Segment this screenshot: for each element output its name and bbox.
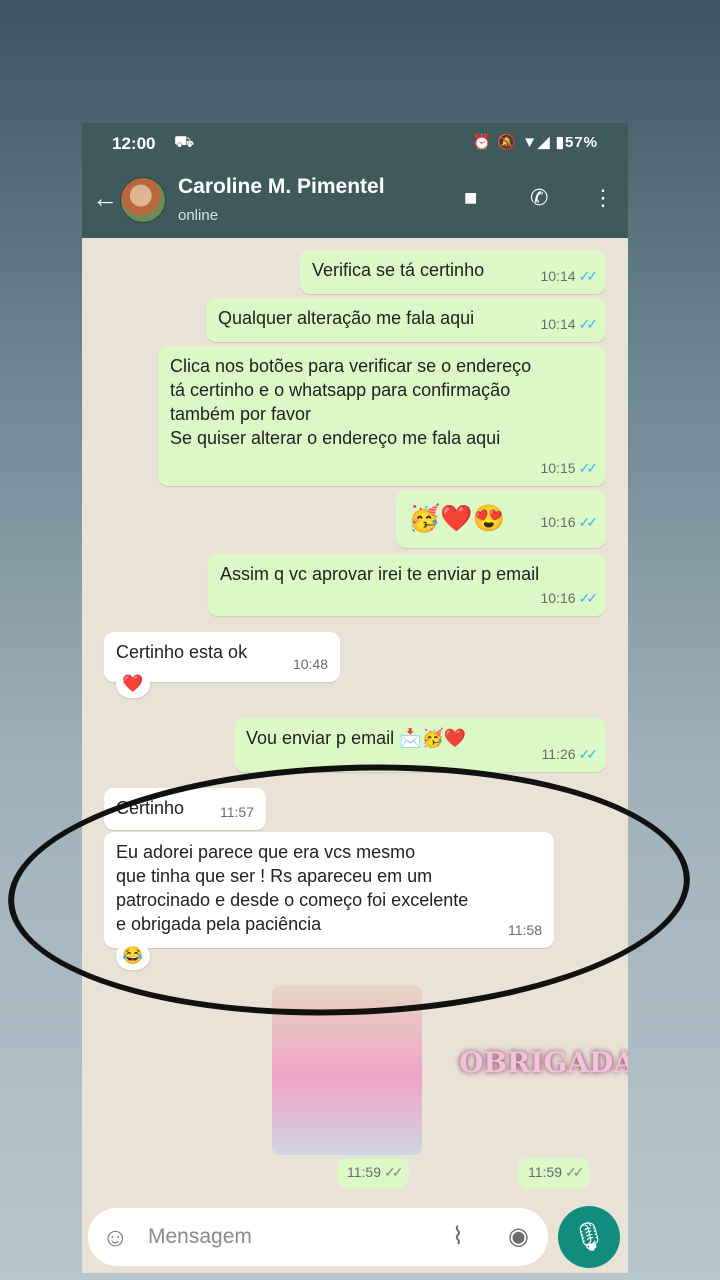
mic-icon: 🎙 (571, 1221, 607, 1252)
video-call-icon[interactable]: ■ (464, 185, 477, 211)
message-time: 10:14 (540, 268, 576, 284)
message-text-line: Se quiser alterar o endereço me fala aqu… (170, 428, 501, 448)
mic-button[interactable]: 🎙 (558, 1206, 620, 1268)
message-text: Qualquer alteração me fala aqui (218, 308, 475, 328)
message-bubble[interactable]: Assim q vc aprovar irei te enviar p emai… (208, 554, 606, 616)
emoji-icon[interactable]: ☺ (102, 1222, 129, 1253)
message-text-line: patrocinado e desde o começo foi excelen… (116, 890, 469, 910)
read-ticks-icon: ✓✓ (578, 514, 599, 530)
message-time: 11:57 (220, 804, 254, 820)
message-bubble[interactable]: Clica nos botões para verificar se o end… (158, 346, 606, 486)
message-text: Certinho (116, 798, 185, 818)
read-ticks-icon: ✓✓ (578, 316, 599, 332)
status-icons: ⏰ 🔕 ▼◢ ▮57% (472, 134, 598, 151)
heart-reaction-icon[interactable]: ❤️ (116, 670, 150, 698)
message-time: 10:14 (540, 316, 576, 332)
notification-icon: ⛟ (174, 134, 195, 151)
message-text-line: Clica nos botões para verificar se o end… (170, 356, 532, 376)
message-time: 10:48 (292, 656, 328, 672)
back-arrow-icon[interactable]: ← (92, 183, 118, 214)
message-text: Assim q vc aprovar irei te enviar p emai… (220, 564, 540, 584)
message-text: Vou enviar p email 📩🥳❤️ (246, 728, 467, 748)
status-time: 12:00 (112, 134, 156, 153)
message-time: 10:15 (540, 460, 576, 476)
sticker-caption: OBRIGADA (459, 1046, 628, 1079)
status-bar: 12:00 ⛟ ⏰ 🔕 ▼◢ ▮57% (82, 123, 628, 163)
message-text-line: Eu adorei parece que era vcs mesmo (116, 842, 416, 862)
message-text: Certinho esta ok (116, 642, 248, 662)
message-text-line: e obrigada pela paciência (116, 914, 322, 934)
read-ticks-icon: ✓✓ (578, 460, 599, 476)
message-time: 11:58 (508, 922, 542, 938)
message-text: Verifica se tá certinho (312, 260, 485, 280)
read-ticks-icon: ✓✓ (578, 746, 599, 762)
message-bubble[interactable]: Vou enviar p email 📩🥳❤️ 11:26 ✓✓ (234, 718, 606, 772)
sticker-image[interactable] (272, 985, 422, 1155)
delivered-ticks-icon: ✓✓ (565, 1164, 585, 1180)
read-ticks-icon: ✓✓ (578, 590, 599, 606)
sticker-time-bubble: 11:59 ✓✓ (518, 1158, 591, 1188)
emoji-message: 🥳❤️😍 (408, 503, 506, 533)
message-time: 11:26 (541, 746, 576, 762)
quoted-message[interactable]: Certinho 11:57 (104, 788, 266, 830)
sticker-time-bubble: 11:59 ✓✓ (337, 1158, 410, 1188)
more-options-icon[interactable]: ⋮ (592, 185, 614, 211)
message-bubble[interactable]: 🥳❤️😍 10:16 ✓✓ (396, 490, 606, 548)
avatar[interactable] (120, 177, 166, 223)
chat-screen: 12:00 ⛟ ⏰ 🔕 ▼◢ ▮57% ← Caroline M. Piment… (82, 123, 628, 1273)
message-time: 10:16 (540, 590, 576, 606)
attach-icon[interactable]: ⌇ (452, 1222, 464, 1251)
phone-call-icon[interactable]: ✆ (530, 185, 548, 211)
message-time: 11:59 (528, 1164, 562, 1180)
message-bubble[interactable]: Verifica se tá certinho 10:14 ✓✓ (300, 250, 606, 294)
message-text-line: tá certinho e o whatsapp para confirmaçã… (170, 380, 511, 400)
laugh-reaction-icon[interactable]: 😂 (116, 942, 150, 970)
message-time: 10:16 (540, 514, 576, 530)
message-time: 11:59 (347, 1164, 381, 1180)
delivered-ticks-icon: ✓✓ (384, 1164, 404, 1180)
message-text-line: que tinha que ser ! Rs apareceu em um (116, 866, 433, 886)
message-text-line: também por favor (170, 404, 312, 424)
chat-header: ← Caroline M. Pimentel online ■ ✆ ⋮ (82, 163, 628, 238)
message-bubble[interactable]: Eu adorei parece que era vcs mesmo que t… (104, 832, 554, 948)
contact-status: online (178, 207, 219, 224)
message-input[interactable]: Mensagem (148, 1225, 252, 1249)
contact-name[interactable]: Caroline M. Pimentel (178, 175, 385, 199)
message-composer[interactable]: ☺ Mensagem ⌇ ◉ (88, 1208, 548, 1266)
camera-icon[interactable]: ◉ (508, 1222, 529, 1251)
read-ticks-icon: ✓✓ (578, 268, 599, 284)
message-bubble[interactable]: Qualquer alteração me fala aqui 10:14 ✓✓ (206, 298, 606, 342)
